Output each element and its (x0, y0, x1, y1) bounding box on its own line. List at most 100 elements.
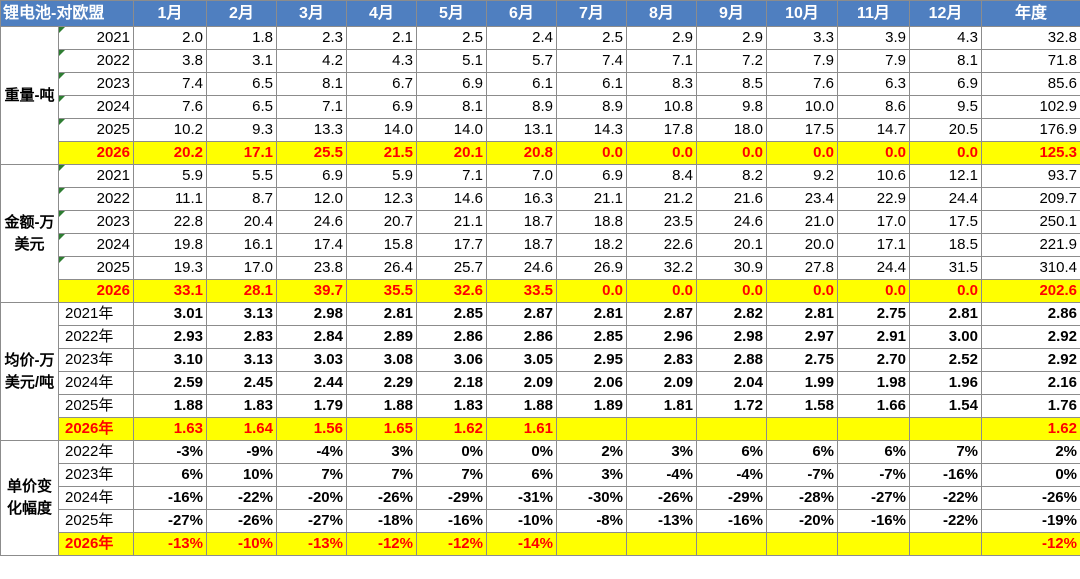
month-value-cell[interactable]: 2.75 (766, 348, 838, 372)
year-cell[interactable]: 2021年 (58, 302, 134, 326)
month-value-cell[interactable]: 23.5 (626, 210, 697, 234)
year-cell[interactable]: 2025 (58, 256, 134, 280)
year-cell[interactable]: 2026年 (58, 532, 134, 556)
month-value-cell[interactable]: 10.8 (626, 95, 697, 119)
month-value-cell[interactable]: 17.4 (276, 233, 347, 257)
annual-value-cell[interactable]: 2.92 (981, 348, 1080, 372)
month-value-cell[interactable]: 15.8 (346, 233, 417, 257)
month-value-cell[interactable]: 8.5 (696, 72, 767, 96)
month-value-cell[interactable]: 8.6 (837, 95, 910, 119)
month-value-cell[interactable]: 7.4 (556, 49, 627, 73)
month-value-cell[interactable]: -10% (206, 532, 277, 556)
month-value-cell[interactable]: 2.4 (486, 26, 557, 50)
month-value-cell[interactable]: 7.9 (837, 49, 910, 73)
month-value-cell[interactable]: 2.9 (626, 26, 697, 50)
month-value-cell[interactable]: -12% (346, 532, 417, 556)
year-cell[interactable]: 2023年 (58, 463, 134, 487)
month-value-cell[interactable]: 6.9 (346, 95, 417, 119)
month-value-cell[interactable]: 2.98 (276, 302, 347, 326)
month-value-cell[interactable]: 30.9 (696, 256, 767, 280)
month-value-cell[interactable]: 16.3 (486, 187, 557, 211)
month-value-cell[interactable]: 24.4 (837, 256, 910, 280)
month-value-cell[interactable]: 6% (766, 440, 838, 464)
month-value-cell[interactable]: 20.8 (486, 141, 557, 165)
month-value-cell[interactable]: 31.5 (909, 256, 982, 280)
month-value-cell[interactable]: 2.52 (909, 348, 982, 372)
annual-value-cell[interactable]: 85.6 (981, 72, 1080, 96)
month-value-cell[interactable]: 0% (486, 440, 557, 464)
month-value-cell[interactable]: 0.0 (766, 141, 838, 165)
month-value-cell[interactable]: 1.83 (206, 394, 277, 418)
month-value-cell[interactable]: 9.3 (206, 118, 277, 142)
month-value-cell[interactable]: 8.1 (276, 72, 347, 96)
month-value-cell[interactable]: 17.0 (206, 256, 277, 280)
month-value-cell[interactable]: 7% (276, 463, 347, 487)
month-value-cell[interactable]: -27% (133, 509, 207, 533)
month-value-cell[interactable]: 19.8 (133, 233, 207, 257)
month-value-cell[interactable]: 8.3 (626, 72, 697, 96)
month-value-cell[interactable]: 2.59 (133, 371, 207, 395)
month-value-cell[interactable]: -29% (416, 486, 487, 510)
month-value-cell[interactable]: 5.9 (133, 164, 207, 188)
month-value-cell[interactable]: 32.6 (416, 279, 487, 303)
month-value-cell[interactable]: 7% (909, 440, 982, 464)
month-value-cell[interactable]: 18.2 (556, 233, 627, 257)
month-value-cell[interactable]: -30% (556, 486, 627, 510)
month-value-cell[interactable]: 26.9 (556, 256, 627, 280)
year-cell[interactable]: 2025年 (58, 394, 134, 418)
month-value-cell[interactable]: 17.5 (766, 118, 838, 142)
month-value-cell[interactable]: -22% (909, 486, 982, 510)
month-value-cell[interactable] (766, 532, 838, 556)
month-value-cell[interactable]: 2.98 (696, 325, 767, 349)
month-value-cell[interactable]: 6.9 (416, 72, 487, 96)
month-value-cell[interactable]: -16% (416, 509, 487, 533)
month-value-cell[interactable]: 3.13 (206, 302, 277, 326)
month-value-cell[interactable]: -16% (133, 486, 207, 510)
month-value-cell[interactable]: 7.4 (133, 72, 207, 96)
month-value-cell[interactable]: 1.54 (909, 394, 982, 418)
month-value-cell[interactable]: 3.3 (766, 26, 838, 50)
month-value-cell[interactable]: 3.05 (486, 348, 557, 372)
month-value-cell[interactable]: 3% (556, 463, 627, 487)
month-value-cell[interactable]: 11.1 (133, 187, 207, 211)
month-value-cell[interactable]: 2.06 (556, 371, 627, 395)
annual-value-cell[interactable]: 202.6 (981, 279, 1080, 303)
month-value-cell[interactable]: -8% (556, 509, 627, 533)
month-value-cell[interactable]: 2.84 (276, 325, 347, 349)
month-value-cell[interactable]: -29% (696, 486, 767, 510)
month-value-cell[interactable]: 4.2 (276, 49, 347, 73)
annual-value-cell[interactable]: 221.9 (981, 233, 1080, 257)
month-value-cell[interactable]: -4% (276, 440, 347, 464)
month-value-cell[interactable]: 9.5 (909, 95, 982, 119)
month-value-cell[interactable]: 7.0 (486, 164, 557, 188)
month-value-cell[interactable]: -26% (346, 486, 417, 510)
month-value-cell[interactable]: 3.8 (133, 49, 207, 73)
month-value-cell[interactable]: 7.1 (626, 49, 697, 73)
month-value-cell[interactable]: 24.6 (696, 210, 767, 234)
month-value-cell[interactable]: 0.0 (556, 141, 627, 165)
month-value-cell[interactable]: 2.5 (416, 26, 487, 50)
month-value-cell[interactable]: 3.08 (346, 348, 417, 372)
month-value-cell[interactable]: 26.4 (346, 256, 417, 280)
month-value-cell[interactable]: 5.9 (346, 164, 417, 188)
year-cell[interactable]: 2021 (58, 164, 134, 188)
month-value-cell[interactable]: 20.7 (346, 210, 417, 234)
year-cell[interactable]: 2024年 (58, 371, 134, 395)
month-value-cell[interactable]: 6% (133, 463, 207, 487)
annual-value-cell[interactable]: -26% (981, 486, 1080, 510)
month-value-cell[interactable]: 0.0 (626, 279, 697, 303)
month-value-cell[interactable]: 17.1 (837, 233, 910, 257)
month-value-cell[interactable]: 2.45 (206, 371, 277, 395)
year-cell[interactable]: 2022 (58, 187, 134, 211)
month-value-cell[interactable]: 21.0 (766, 210, 838, 234)
month-value-cell[interactable]: 14.7 (837, 118, 910, 142)
month-value-cell[interactable]: 1.98 (837, 371, 910, 395)
month-value-cell[interactable]: 2.96 (626, 325, 697, 349)
month-value-cell[interactable]: 6.7 (346, 72, 417, 96)
month-value-cell[interactable]: -4% (696, 463, 767, 487)
month-value-cell[interactable]: 6.5 (206, 72, 277, 96)
month-value-cell[interactable]: 2.3 (276, 26, 347, 50)
month-value-cell[interactable]: -7% (766, 463, 838, 487)
month-value-cell[interactable] (556, 532, 627, 556)
month-value-cell[interactable]: 0.0 (696, 279, 767, 303)
